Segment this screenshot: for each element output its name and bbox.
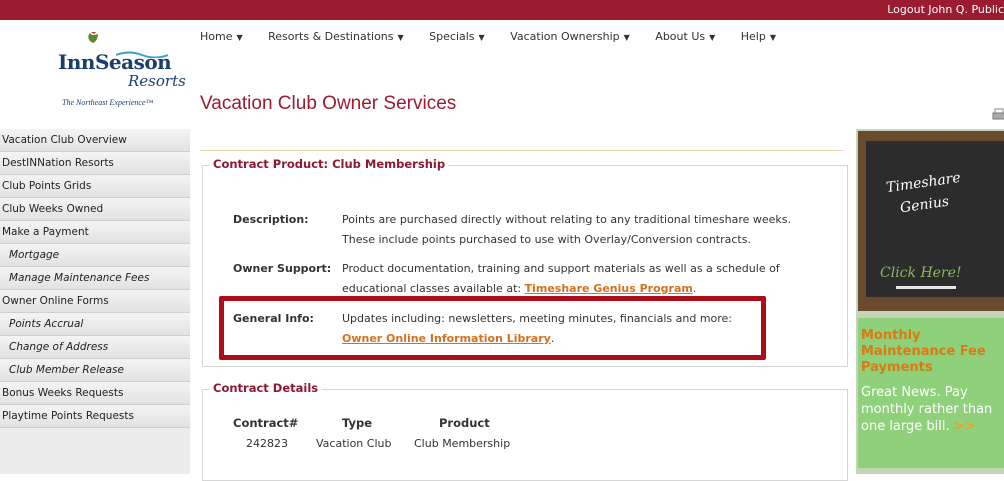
description-text-line2: These include points purchased to use wi…: [342, 233, 751, 246]
nav-resorts-destinations[interactable]: Resorts & Destinations ▼: [268, 30, 404, 43]
leaf-icon: [88, 32, 98, 43]
sidebar-item-owner-online-forms[interactable]: Owner Online Forms: [0, 290, 190, 313]
chevron-down-icon: ▼: [709, 33, 716, 42]
header-product: Product: [439, 416, 490, 430]
sidebar-item-destinnation-resorts[interactable]: DestINNation Resorts: [0, 152, 190, 175]
content-divider: [200, 150, 844, 151]
top-bar: Logout John Q. Public: [0, 0, 1004, 20]
logout-link[interactable]: Logout John Q. Public: [887, 3, 1004, 16]
sidebar-item-points-accrual[interactable]: Points Accrual: [0, 313, 190, 336]
innseason-logo[interactable]: InnSeason Resorts The Northeast Experien…: [28, 32, 188, 120]
cell-type: Vacation Club: [316, 437, 392, 450]
sidebar-item-change-of-address[interactable]: Change of Address: [0, 336, 190, 359]
sidebar-item-playtime-points-requests[interactable]: Playtime Points Requests: [0, 405, 190, 428]
chevron-down-icon: ▼: [478, 33, 485, 42]
arrow-icon[interactable]: >>: [954, 419, 976, 434]
nav-vacation-ownership[interactable]: Vacation Ownership ▼: [510, 30, 630, 43]
timeshare-genius-banner[interactable]: Timeshare Genius Click Here!: [858, 131, 1004, 311]
chalkboard: Timeshare Genius Click Here!: [866, 141, 1004, 297]
chalk-stick: [896, 286, 956, 289]
click-here-cta[interactable]: Click Here!: [880, 265, 962, 281]
chevron-down-icon: ▼: [236, 33, 243, 42]
sidebar-item-club-points-grids[interactable]: Club Points Grids: [0, 175, 190, 198]
nav-home[interactable]: Home ▼: [200, 30, 243, 43]
cell-contract-number: 242823: [246, 437, 288, 450]
header-contract-number: Contract#: [233, 416, 299, 430]
nav-help[interactable]: Help ▼: [741, 30, 776, 43]
description-text-line1: Points are purchased directly without re…: [342, 213, 792, 226]
chevron-down-icon: ▼: [397, 33, 404, 42]
timeshare-genius-link[interactable]: Timeshare Genius Program: [525, 282, 693, 295]
chalk-line2: Genius: [899, 193, 951, 217]
contract-details-section: Contract Details: [202, 381, 848, 481]
sidebar-item-mortgage[interactable]: Mortgage: [0, 244, 190, 267]
nav-about-us[interactable]: About Us ▼: [655, 30, 715, 43]
nav-specials[interactable]: Specials ▼: [429, 30, 485, 43]
maintenance-fee-banner[interactable]: Monthly Maintenance Fee Payments Great N…: [858, 318, 1004, 468]
chevron-down-icon: ▼: [769, 33, 776, 42]
maintenance-body: Great News. Pay monthly rather than one …: [861, 385, 993, 434]
owner-support-text-line1: Product documentation, training and supp…: [342, 262, 780, 275]
general-info-highlight: [219, 296, 766, 360]
print-icon[interactable]: [992, 108, 1004, 122]
sidebar-item-club-weeks-owned[interactable]: Club Weeks Owned: [0, 198, 190, 221]
logo-subname: Resorts: [128, 72, 186, 90]
logo-tagline: The Northeast Experience™: [62, 98, 154, 107]
sidebar-item-club-member-release[interactable]: Club Member Release: [0, 359, 190, 382]
sidebar-item-make-a-payment[interactable]: Make a Payment: [0, 221, 190, 244]
sidebar-item-manage-maintenance-fees[interactable]: Manage Maintenance Fees: [0, 267, 190, 290]
owner-support-label: Owner Support:: [233, 262, 332, 275]
wave-icon: [116, 51, 168, 58]
header-type: Type: [342, 416, 373, 430]
main-nav: Home ▼ Resorts & Destinations ▼ Specials ▼ …: [200, 30, 798, 43]
chalk-line1: Timeshare: [885, 169, 962, 197]
sidebar-item-vacation-club-overview[interactable]: Vacation Club Overview: [0, 129, 190, 152]
sidebar: Vacation Club Overview DestINNation Reso…: [0, 129, 190, 474]
chevron-down-icon: ▼: [623, 33, 630, 42]
page-title: Vacation Club Owner Services: [200, 93, 457, 114]
contract-product-legend: Contract Product: Club Membership: [210, 157, 449, 171]
cell-product: Club Membership: [414, 437, 511, 450]
description-label: Description:: [233, 213, 309, 226]
maintenance-heading: Monthly Maintenance Fee Payments: [861, 328, 986, 375]
sidebar-item-bonus-weeks-requests[interactable]: Bonus Weeks Requests: [0, 382, 190, 405]
contract-details-legend: Contract Details: [210, 381, 322, 395]
